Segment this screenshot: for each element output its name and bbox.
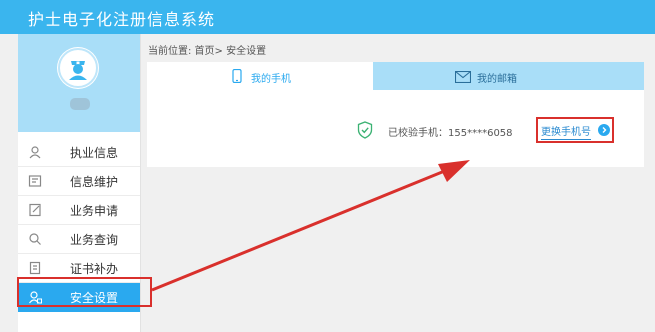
phone-icon: [232, 69, 242, 83]
app-header: 护士电子化注册信息系统: [0, 0, 655, 34]
breadcrumb: 当前位置: 首页> 安全设置: [148, 46, 267, 57]
apply-form-icon: [29, 203, 41, 217]
tab-my-email[interactable]: 我的邮箱: [373, 62, 644, 90]
verified-phone-text: 已校验手机：155****6058: [388, 128, 513, 139]
sidebar-item-info-maintenance[interactable]: 信息维护: [18, 167, 140, 196]
sidebar-item-label: 信息维护: [70, 175, 119, 189]
tab-label: 我的邮箱: [477, 74, 517, 85]
chevron-right-icon[interactable]: [598, 124, 610, 136]
mail-icon: [455, 71, 471, 83]
security-settings-highlight: [17, 277, 152, 307]
security-panel: 我的手机 我的邮箱: [147, 62, 644, 167]
edit-info-icon: [28, 175, 42, 187]
avatar[interactable]: [57, 47, 99, 89]
certificate-icon: [29, 261, 41, 275]
tab-label: 我的手机: [251, 74, 291, 85]
sidebar-item-label: 业务申请: [70, 204, 119, 218]
query-icon: [29, 233, 41, 245]
sidebar-item-label: 业务查询: [70, 233, 119, 247]
change-phone-link[interactable]: 更换手机号: [541, 123, 591, 140]
nurse-avatar-icon: [58, 48, 98, 88]
sidebar-item-practice-info[interactable]: 执业信息: [18, 138, 140, 167]
sidebar-item-business-apply[interactable]: 业务申请: [18, 196, 140, 225]
tab-my-phone[interactable]: 我的手机: [147, 62, 373, 90]
sidebar-item-label: 执业信息: [70, 146, 119, 160]
id-card-icon: [29, 146, 41, 159]
user-name-blurred: [70, 98, 90, 110]
user-profile: [18, 34, 140, 132]
sidebar-item-label: 证书补办: [70, 262, 119, 276]
shield-check-icon: [357, 121, 373, 139]
app-title: 护士电子化注册信息系统: [28, 10, 216, 29]
sidebar-item-business-query[interactable]: 业务查询: [18, 225, 140, 254]
